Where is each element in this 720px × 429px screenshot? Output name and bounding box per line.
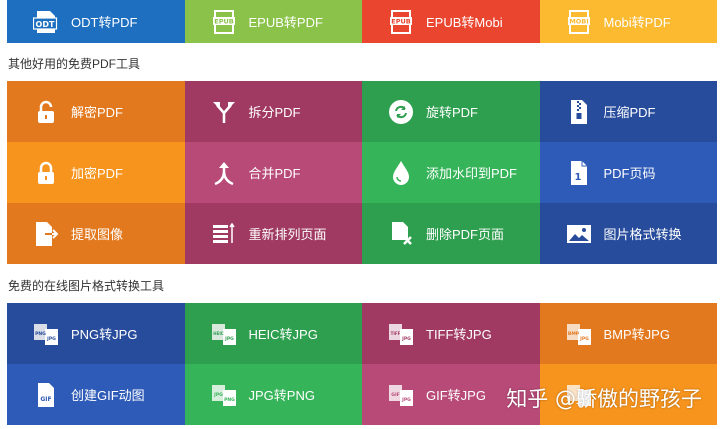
unlock-icon [33,99,59,125]
tool-rotate-pdf[interactable]: 旋转PDF [362,81,540,142]
tool-label: EPUB转Mobi [426,15,503,30]
tool-watermark-pdf[interactable]: 添加水印到PDF [362,142,540,203]
image-tools-row-1: PNG JPG PNG转JPG HEIC JPG HEIC转JPG TIFF JPG … [7,303,717,364]
svg-text:JPG: JPG [401,336,411,342]
tool-label: ODT转PDF [71,15,138,30]
svg-text:GIF: GIF [40,396,51,403]
tool-label: 压缩PDF [603,105,656,120]
svg-text:GIF: GIF [391,392,399,398]
split-arrow-icon [211,99,237,125]
tool-label: 解密PDF [71,105,124,120]
png-jpg-icon: PNG JPG [33,321,59,347]
tool-label: 加密PDF [71,166,124,181]
tool-label: HEIC转JPG [248,327,318,342]
page-number-icon: 1 [566,160,592,186]
gif-file-icon: GIF [33,382,59,408]
gif-jpg-icon: GIF JPG [388,382,414,408]
tool-label: JPG转PNG [248,388,315,403]
tool-merge-pdf[interactable]: 合并PDF [184,142,362,203]
tool-label: PDF页码 [603,166,656,181]
svg-text:JPG: JPG [213,392,223,398]
bmp-jpg-icon: BMP JPG [566,321,592,347]
epub-file-icon: EPUB [388,9,414,35]
zhihu-watermark: 知乎 @骄傲的野孩子 [506,387,702,411]
tool-label: BMP转JPG [603,327,670,342]
svg-text:JPG: JPG [579,336,589,342]
pdf-tools-row-2: 加密PDF 合并PDF 添加水印到PDF 1 PDF页码 [7,142,717,203]
tiff-jpg-icon: TIFF JPG [388,321,414,347]
tool-tiff-to-jpg[interactable]: TIFF JPG TIFF转JPG [362,303,540,364]
lock-icon [33,160,59,186]
tool-bmp-to-jpg[interactable]: BMP JPG BMP转JPG [539,303,717,364]
tool-label: GIF转JPG [426,388,486,403]
odt-file-icon: ODT [33,9,59,35]
svg-text:1: 1 [574,172,581,183]
pdf-tools-row-3: 提取图像 重新排列页面 删除PDF页面 图片格式转换 [7,203,717,264]
tool-mobi-to-pdf[interactable]: MOBI Mobi转PDF [539,0,717,43]
tool-label: PNG转JPG [71,327,138,342]
tool-label: Mobi转PDF [603,15,671,30]
tool-heic-to-jpg[interactable]: HEIC JPG HEIC转JPG [184,303,362,364]
tool-label: 提取图像 [71,227,124,242]
jpg-png-icon: JPG PNG [211,382,237,408]
tool-pdf-page-numbers[interactable]: 1 PDF页码 [539,142,717,203]
tool-label: 删除PDF页面 [426,227,505,242]
top-tools-row: ODT ODT转PDF EPUB EPUB转PDF EPUB EPUB转Mobi… [7,0,717,43]
extract-icon [33,221,59,247]
tool-split-pdf[interactable]: 拆分PDF [184,81,362,142]
svg-text:EPUB: EPUB [391,17,410,25]
pdf-tools-row-1: 解密PDF 拆分PDF 旋转PDF 压缩PDF [7,81,717,142]
tool-label: 创建GIF动图 [71,388,145,403]
svg-text:EPUB: EPUB [214,17,233,25]
svg-text:PNG: PNG [35,331,46,337]
svg-text:JPG: JPG [46,336,56,342]
tool-jpg-to-png[interactable]: JPG PNG JPG转PNG [184,364,362,425]
merge-arrow-icon [211,160,237,186]
svg-text:MOBI: MOBI [569,17,588,25]
tool-extract-images[interactable]: 提取图像 [7,203,185,264]
tool-label: 重新排列页面 [248,227,327,242]
delete-page-icon [388,221,414,247]
tool-png-to-jpg[interactable]: PNG JPG PNG转JPG [7,303,185,364]
epub-file-icon: EPUB [211,9,237,35]
tool-image-format-convert[interactable]: 图片格式转换 [539,203,717,264]
heic-jpg-icon: HEIC JPG [211,321,237,347]
tool-compress-pdf[interactable]: 压缩PDF [539,81,717,142]
tool-decrypt-pdf[interactable]: 解密PDF [7,81,185,142]
tool-odt-to-pdf[interactable]: ODT ODT转PDF [7,0,185,43]
tool-create-gif[interactable]: GIF 创建GIF动图 [7,364,185,425]
svg-text:ODT: ODT [36,20,55,29]
mobi-file-icon: MOBI [566,9,592,35]
section-title-image-tools: 免费的在线图片格式转换工具 [8,279,165,293]
water-drop-icon [388,160,414,186]
svg-text:PNG: PNG [224,397,235,403]
tool-delete-pdf-pages[interactable]: 删除PDF页面 [362,203,540,264]
tool-label: 添加水印到PDF [426,166,518,181]
svg-text:BMP: BMP [567,331,579,337]
rotate-icon [388,99,414,125]
tool-label: 拆分PDF [248,105,301,120]
svg-text:HEIC: HEIC [213,331,224,336]
tool-encrypt-pdf[interactable]: 加密PDF [7,142,185,203]
tool-label: 图片格式转换 [603,227,682,242]
tool-epub-to-pdf[interactable]: EPUB EPUB转PDF [184,0,362,43]
tool-label: 旋转PDF [426,105,479,120]
svg-text:JPG: JPG [224,336,234,342]
tool-epub-to-mobi[interactable]: EPUB EPUB转Mobi [362,0,540,43]
section-title-pdf-tools: 其他好用的免费PDF工具 [8,57,141,71]
reorder-list-icon [211,221,237,247]
zip-file-icon [566,99,592,125]
image-icon [566,221,592,247]
tool-label: 合并PDF [248,166,301,181]
tool-reorder-pages[interactable]: 重新排列页面 [184,203,362,264]
svg-text:TIFF: TIFF [391,331,401,336]
tool-label: TIFF转JPG [426,327,492,342]
svg-text:JPG: JPG [401,397,411,403]
tool-label: EPUB转PDF [248,15,323,30]
